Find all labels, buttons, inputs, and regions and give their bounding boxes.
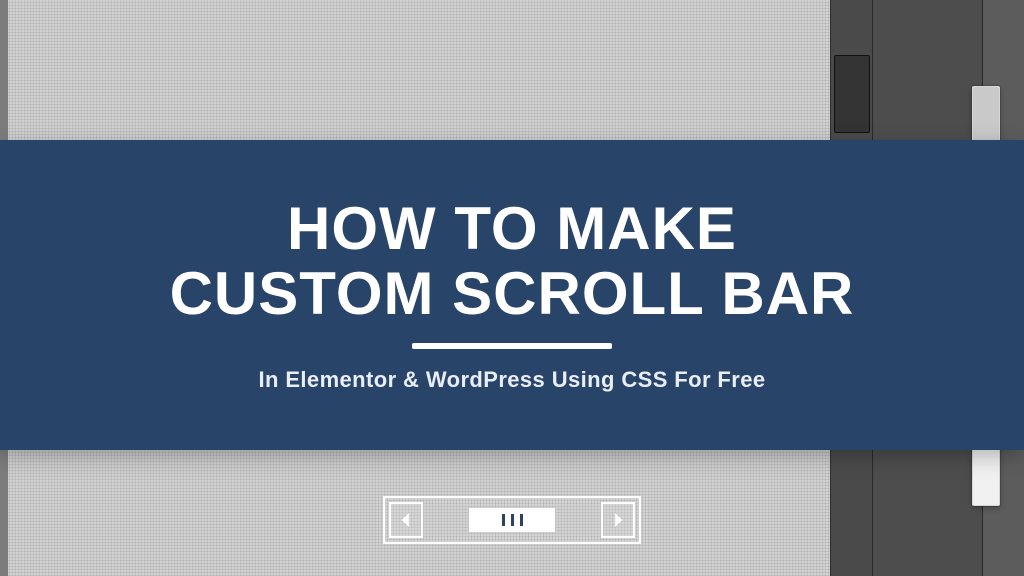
title-line2: CUSTOM SCROLL BAR (170, 260, 855, 327)
subtitle: In Elementor & WordPress Using CSS For F… (258, 367, 765, 393)
chevron-left-icon (399, 513, 413, 527)
right-panel-scrollthumb[interactable] (834, 55, 870, 133)
page-title: HOW TO MAKE CUSTOM SCROLL BAR (170, 197, 855, 327)
chevron-right-icon (611, 513, 625, 527)
scroll-left-button[interactable] (389, 502, 423, 538)
horizontal-scroll-thumb[interactable] (469, 508, 555, 532)
sample-horizontal-scrollbar[interactable] (383, 496, 641, 544)
scroll-right-button[interactable] (601, 502, 635, 538)
horizontal-scroll-track[interactable] (431, 502, 593, 538)
background: HOW TO MAKE CUSTOM SCROLL BAR In Element… (0, 0, 1024, 576)
title-line1: HOW TO MAKE (287, 195, 737, 262)
title-divider (412, 343, 612, 349)
headline-band: HOW TO MAKE CUSTOM SCROLL BAR In Element… (0, 140, 1024, 450)
